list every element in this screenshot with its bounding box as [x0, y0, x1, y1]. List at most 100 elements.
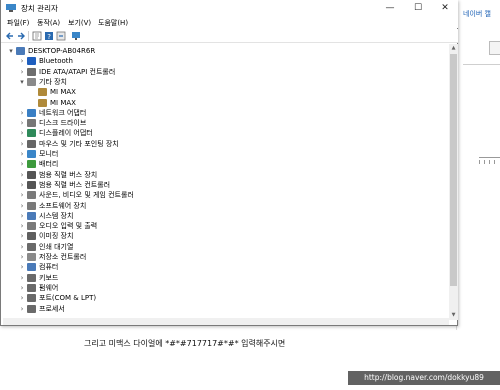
tree-item[interactable]: › 저장소 컨트롤러	[3, 252, 443, 262]
expand-arrow-icon[interactable]: ›	[18, 139, 26, 149]
expand-arrow-icon[interactable]: ›	[18, 304, 26, 314]
expand-arrow-icon[interactable]: ›	[18, 108, 26, 118]
help-icon[interactable]: ?	[44, 31, 54, 41]
display-adapter-icon	[27, 129, 36, 138]
expand-arrow-icon[interactable]: ›	[18, 262, 26, 272]
tree-item-label: MI MAX	[50, 88, 76, 97]
audio-io-icon	[27, 222, 36, 231]
device-tree: ▾ DESKTOP-AB04R6R › Bluetooth › IDE ATA/ATAPI…	[3, 44, 449, 320]
background-app-ruler	[479, 157, 500, 164]
tree-item[interactable]: › 디스플레이 어댑터	[3, 128, 443, 138]
tree-item-label: 컴퓨터	[39, 263, 59, 272]
tree-item-label: MI MAX	[50, 98, 76, 107]
expand-arrow-icon[interactable]: ›	[18, 211, 26, 221]
collapse-arrow-icon[interactable]: ▾	[7, 46, 15, 56]
tree-item[interactable]: › 이미징 장치	[3, 231, 443, 241]
disk-drive-icon	[27, 119, 36, 128]
tree-item-label: 범용 직렬 버스 장치	[39, 170, 98, 179]
firmware-icon	[27, 283, 36, 292]
menu-help[interactable]: 도움말(H)	[98, 18, 128, 28]
forward-arrow-icon[interactable]	[16, 31, 26, 41]
background-app-link[interactable]: 네이버 캘	[463, 9, 491, 19]
network-adapter-icon	[27, 108, 36, 117]
tree-item[interactable]: › 모니터	[3, 149, 443, 159]
expand-arrow-icon[interactable]: ›	[18, 128, 26, 138]
tree-item-label: 소프트웨어 장치	[39, 201, 87, 210]
monitor-icon[interactable]	[71, 31, 81, 41]
tree-item[interactable]: MI MAX	[3, 87, 443, 97]
expand-arrow-icon[interactable]: ›	[18, 149, 26, 159]
expand-arrow-icon[interactable]: ›	[18, 159, 26, 169]
print-queue-icon	[27, 242, 36, 251]
horizontal-scrollbar[interactable]	[3, 318, 449, 325]
scan-icon[interactable]	[56, 31, 66, 41]
expand-arrow-icon[interactable]: ›	[18, 283, 26, 293]
title-bar[interactable]: 장치 관리자 — ☐ ✕	[1, 0, 458, 16]
tree-item[interactable]: › 네트워크 어댑터	[3, 108, 443, 118]
tree-item[interactable]: › 범용 직렬 버스 장치	[3, 170, 443, 180]
scroll-down-arrow-icon[interactable]: ▼	[449, 311, 458, 320]
tree-item[interactable]: › 포트(COM & LPT)	[3, 293, 443, 303]
tree-item-label: 디스크 드라이브	[39, 119, 87, 128]
expand-arrow-icon[interactable]: ›	[18, 242, 26, 252]
software-device-icon	[27, 201, 36, 210]
tree-item-label: 사운드, 비디오 및 게임 컨트롤러	[39, 191, 134, 200]
tree-item-label: 마우스 및 기타 포인팅 장치	[39, 139, 119, 148]
scroll-up-arrow-icon[interactable]: ▲	[449, 44, 458, 53]
tree-item[interactable]: › 키보드	[3, 273, 443, 283]
sound-icon	[27, 191, 36, 200]
expand-arrow-icon[interactable]: ›	[18, 67, 26, 77]
expand-arrow-icon[interactable]: ›	[18, 170, 26, 180]
expand-arrow-icon[interactable]: ›	[18, 118, 26, 128]
unknown-device-warning-icon	[38, 88, 47, 97]
tree-item[interactable]: › 펌웨어	[3, 283, 443, 293]
menu-view[interactable]: 보기(V)	[68, 18, 91, 28]
tree-item[interactable]: › 소프트웨어 장치	[3, 201, 443, 211]
minimize-button[interactable]: —	[376, 0, 404, 16]
vertical-scrollbar[interactable]: ▲ ▼	[449, 44, 458, 320]
expand-arrow-icon[interactable]: ›	[18, 252, 26, 262]
tree-item[interactable]: ▾ 기타 장치	[3, 77, 443, 87]
collapse-arrow-icon[interactable]: ▾	[18, 77, 26, 87]
menu-bar: 파일(F) 동작(A) 보기(V) 도움말(H)	[1, 16, 458, 28]
expand-arrow-icon[interactable]: ›	[18, 201, 26, 211]
processor-icon	[27, 304, 36, 313]
tree-item[interactable]: › 배터리	[3, 159, 443, 169]
tree-item[interactable]: › 오디오 입력 및 출력	[3, 221, 443, 231]
bluetooth-icon	[27, 57, 36, 66]
background-app-divider	[463, 64, 500, 65]
menu-file[interactable]: 파일(F)	[7, 18, 29, 28]
tree-item[interactable]: › 사운드, 비디오 및 게임 컨트롤러	[3, 190, 443, 200]
expand-arrow-icon[interactable]: ›	[18, 293, 26, 303]
tree-item[interactable]: › Bluetooth	[3, 56, 443, 66]
device-manager-app-icon	[6, 4, 16, 12]
close-button[interactable]: ✕	[431, 0, 459, 16]
expand-arrow-icon[interactable]: ›	[18, 273, 26, 283]
expand-arrow-icon[interactable]: ›	[18, 221, 26, 231]
expand-arrow-icon[interactable]: ›	[18, 231, 26, 241]
tree-item[interactable]: MI MAX	[3, 98, 443, 108]
background-app-button[interactable]	[489, 41, 500, 55]
maximize-button[interactable]: ☐	[404, 0, 432, 16]
tree-item-label: 이미징 장치	[39, 232, 74, 241]
tree-item-label: 키보드	[39, 273, 59, 282]
tree-item[interactable]: › 컴퓨터	[3, 262, 443, 272]
tree-item[interactable]: › 범용 직렬 버스 컨트롤러	[3, 180, 443, 190]
tree-item[interactable]: › IDE ATA/ATAPI 컨트롤러	[3, 67, 443, 77]
properties-icon[interactable]	[32, 31, 42, 41]
tree-item[interactable]: › 프로세서	[3, 304, 443, 314]
expand-arrow-icon[interactable]: ›	[18, 56, 26, 66]
tree-item[interactable]: › 디스크 드라이브	[3, 118, 443, 128]
tree-item-label: 저장소 컨트롤러	[39, 253, 87, 261]
tree-item[interactable]: ▾ DESKTOP-AB04R6R	[3, 46, 443, 56]
expand-arrow-icon[interactable]: ›	[18, 190, 26, 200]
menu-action[interactable]: 동작(A)	[37, 18, 60, 28]
tree-item[interactable]: › 인쇄 대기열	[3, 242, 443, 252]
tree-item[interactable]: › 마우스 및 기타 포인팅 장치	[3, 139, 443, 149]
back-arrow-icon[interactable]	[5, 31, 15, 41]
scrollbar-thumb[interactable]	[450, 54, 457, 286]
tree-item[interactable]: › 시스템 장치	[3, 211, 443, 221]
tree-item-label: 디스플레이 어댑터	[39, 129, 93, 138]
expand-arrow-icon[interactable]: ›	[18, 180, 26, 190]
keyboard-icon	[27, 273, 36, 282]
